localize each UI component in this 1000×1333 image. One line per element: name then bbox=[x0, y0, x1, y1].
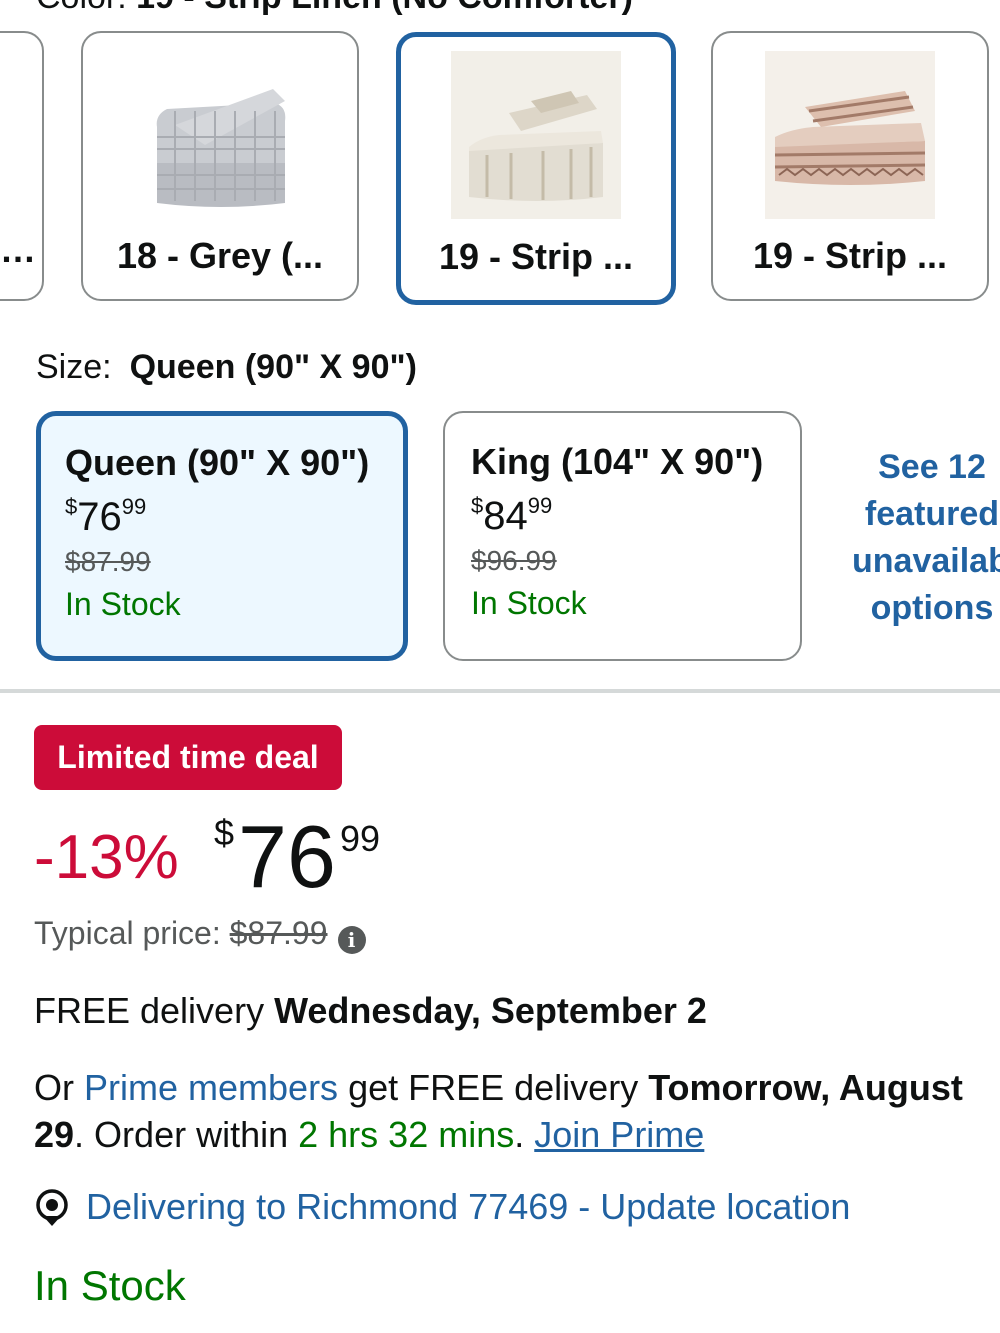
color-selection-label: Color: 19 - Strip Linen (No Comforter) bbox=[36, 0, 633, 17]
info-icon[interactable]: i bbox=[337, 926, 366, 954]
prime-delivery-message: Or Prime members get FREE delivery Tomor… bbox=[34, 1067, 963, 1155]
selected-color-value: 19 - Strip Linen (No Comforter) bbox=[136, 0, 633, 16]
delivery-date: Wednesday, September 2 bbox=[274, 990, 707, 1031]
grey-blanket-thumbnail bbox=[135, 51, 305, 219]
free-delivery-message: FREE delivery Wednesday, September 2 bbox=[34, 990, 707, 1031]
swatch-label: 18 - Grey (... bbox=[116, 235, 324, 276]
color-swatch-strip-linen-selected[interactable]: 19 - Strip ... bbox=[396, 32, 676, 305]
strip-pink-thumbnail bbox=[765, 51, 935, 219]
limited-time-deal-badge: Limited time deal bbox=[34, 725, 342, 790]
size-option-stock: In Stock bbox=[65, 586, 181, 622]
color-swatch-grey[interactable]: 18 - Grey (... bbox=[81, 31, 359, 301]
availability-status: In Stock bbox=[34, 1262, 186, 1309]
selected-size-value: Queen (90" X 90") bbox=[129, 348, 417, 386]
color-swatch-partial[interactable]: … bbox=[0, 31, 44, 301]
size-option-name: Queen (90" X 90") bbox=[65, 442, 370, 483]
delivery-location-text: Delivering to Richmond 77469 - Update lo… bbox=[86, 1186, 851, 1227]
size-selection-label: Size: Queen (90" X 90") bbox=[36, 348, 417, 386]
size-option-queen[interactable]: Queen (90" X 90") $7699 $87.99 In Stock bbox=[36, 411, 408, 661]
order-countdown: 2 hrs 32 mins bbox=[298, 1114, 515, 1155]
join-prime-link[interactable]: Join Prime bbox=[534, 1114, 704, 1155]
size-option-price: $8499 bbox=[471, 493, 553, 538]
see-unavailable-options-link[interactable]: See 12 featured unavailable options bbox=[852, 444, 1000, 632]
size-option-name: King (104" X 90") bbox=[471, 441, 764, 482]
color-swatch-strip-pink[interactable]: 19 - Strip ... bbox=[711, 31, 989, 301]
typical-price: Typical price: $87.99 i bbox=[34, 915, 366, 954]
swatch-label: 19 - Strip ... bbox=[752, 235, 948, 276]
size-option-price: $7699 bbox=[65, 494, 147, 539]
location-pin-icon bbox=[36, 1189, 68, 1226]
discount-percent: -13% bbox=[34, 823, 179, 892]
size-option-was-price: $96.99 bbox=[471, 545, 557, 576]
size-option-stock: In Stock bbox=[471, 585, 587, 621]
strip-linen-thumbnail bbox=[451, 51, 621, 219]
swatch-label: 19 - Strip ... bbox=[438, 236, 634, 277]
size-option-king[interactable]: King (104" X 90") $8499 $96.99 In Stock bbox=[443, 411, 802, 661]
section-divider bbox=[0, 689, 1000, 693]
size-option-was-price: $87.99 bbox=[65, 546, 151, 577]
prime-members-link[interactable]: Prime members bbox=[84, 1067, 338, 1108]
